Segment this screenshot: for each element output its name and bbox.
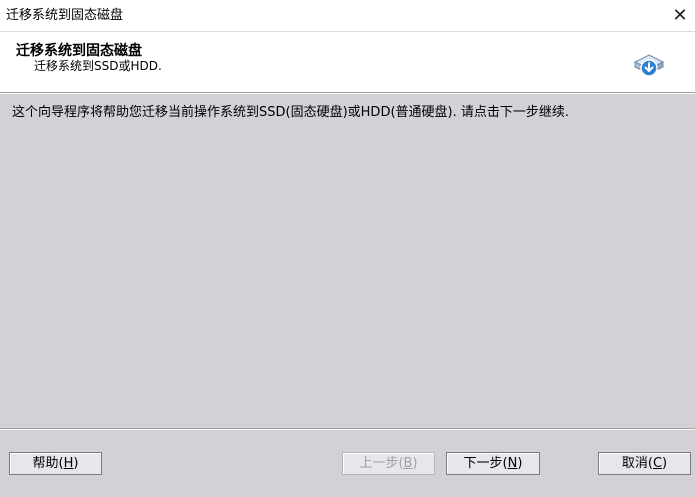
help-button[interactable]: 帮助(H) [9,452,102,475]
header-subtitle: 迁移系统到SSD或HDD. [34,59,162,73]
close-icon[interactable]: ✕ [665,0,695,32]
disk-migrate-icon [633,54,665,77]
header-divider [0,93,695,94]
wizard-description: 这个向导程序将帮助您迁移当前操作系统到SSD(固态硬盘)或HDD(普通硬盘). … [12,105,569,120]
wizard-header: 迁移系统到固态磁盘 迁移系统到SSD或HDD. [0,32,695,93]
next-button[interactable]: 下一步(N) [446,452,540,475]
cancel-button[interactable]: 取消(C) [598,452,691,475]
previous-button[interactable]: 上一步(B) [342,452,435,475]
window-title: 迁移系统到固态磁盘 [6,8,124,23]
header-title: 迁移系统到固态磁盘 [16,43,142,59]
title-bar: 迁移系统到固态磁盘 ✕ [0,0,695,32]
